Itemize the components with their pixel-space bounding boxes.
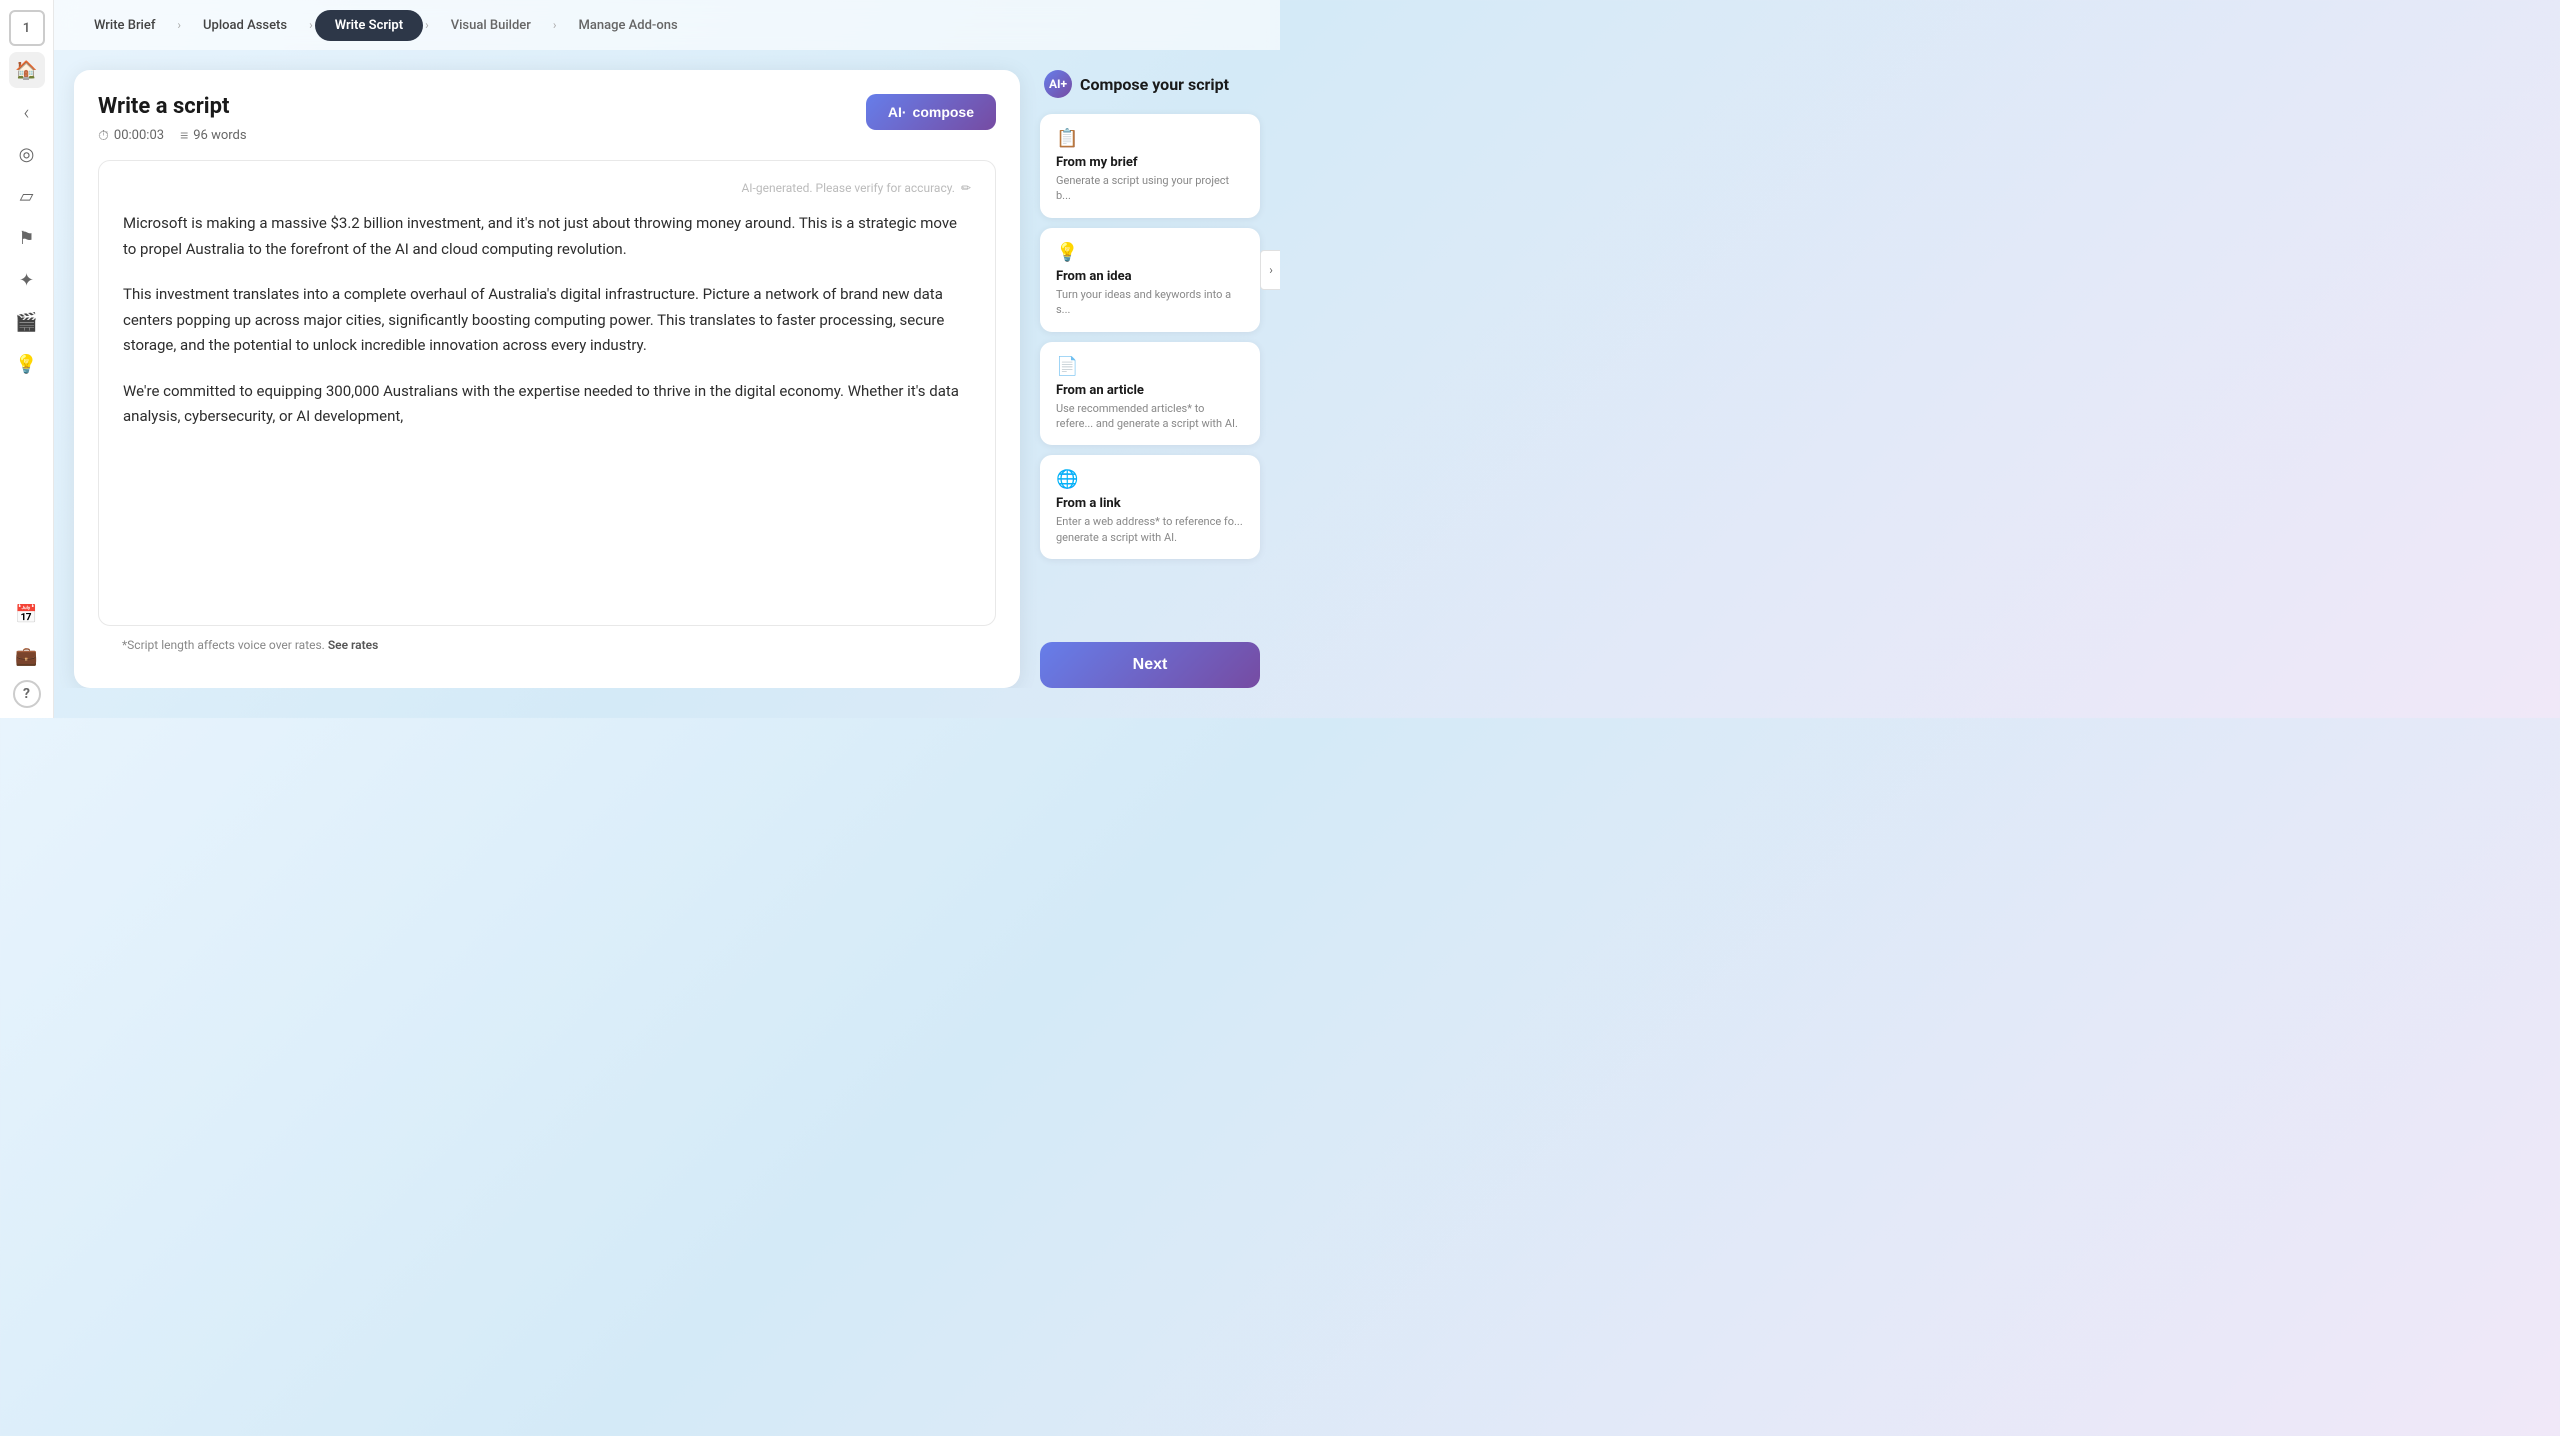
- nav-arrow-4: ›: [553, 18, 557, 32]
- from-article-option[interactable]: 📄 From an article Use recommended articl…: [1040, 342, 1260, 446]
- compose-header: AI+ Compose your script: [1040, 70, 1260, 98]
- help-icon[interactable]: ?: [13, 680, 41, 708]
- home-icon[interactable]: 🏠: [9, 52, 45, 88]
- magic-icon[interactable]: ✦: [9, 262, 45, 298]
- target-icon[interactable]: ◎: [9, 136, 45, 172]
- briefcase-icon[interactable]: 💼: [9, 638, 45, 674]
- ai-logo: AI+: [1044, 70, 1072, 98]
- nav-step-manage-addons[interactable]: Manage Add-ons: [558, 10, 697, 41]
- from-brief-title: From my brief: [1056, 155, 1244, 170]
- script-meta: ⏱ 00:00:03 ≡ 96 words: [98, 127, 247, 144]
- from-idea-desc: Turn your ideas and keywords into a s...: [1056, 287, 1244, 318]
- next-area: Next: [1040, 626, 1260, 688]
- nav-step-write-brief[interactable]: Write Brief: [74, 10, 175, 41]
- from-article-title: From an article: [1056, 383, 1244, 398]
- script-title-area: Write a script ⏱ 00:00:03 ≡ 96 words: [98, 94, 247, 144]
- nav-step-write-script[interactable]: Write Script: [315, 10, 423, 41]
- from-link-title: From a link: [1056, 496, 1244, 511]
- script-title: Write a script: [98, 94, 247, 119]
- script-header: Write a script ⏱ 00:00:03 ≡ 96 words AI·: [98, 94, 996, 144]
- flag-icon[interactable]: ⚑: [9, 220, 45, 256]
- script-text: Microsoft is making a massive $3.2 billi…: [123, 211, 971, 430]
- script-paragraph-1: Microsoft is making a massive $3.2 billi…: [123, 211, 971, 262]
- lines-icon: ≡: [180, 127, 188, 144]
- footer-note: *Script length affects voice over rates.…: [98, 626, 996, 664]
- script-wordcount: ≡ 96 words: [180, 127, 247, 144]
- main-area: Write Brief › Upload Assets › Write Scri…: [54, 0, 1280, 718]
- lightbulb-icon[interactable]: 💡: [9, 346, 45, 382]
- calendar-icon[interactable]: 📅: [9, 596, 45, 632]
- nav-arrow-1: ›: [177, 18, 181, 32]
- nav-step-upload-assets[interactable]: Upload Assets: [183, 10, 307, 41]
- compose-script-title: Compose your script: [1080, 75, 1229, 94]
- ai-label: AI·: [888, 104, 907, 120]
- see-rates-link[interactable]: See rates: [328, 638, 378, 652]
- script-paragraph-3: We're committed to equipping 300,000 Aus…: [123, 379, 971, 430]
- link-icon: 🌐: [1056, 469, 1244, 490]
- collapse-button[interactable]: ›: [1260, 250, 1280, 290]
- clock-icon: ⏱: [98, 128, 109, 144]
- from-link-option[interactable]: 🌐 From a link Enter a web address* to re…: [1040, 455, 1260, 559]
- script-paragraph-2: This investment translates into a comple…: [123, 282, 971, 359]
- nav-arrow-2: ›: [309, 18, 313, 32]
- back-icon[interactable]: ‹: [9, 94, 45, 130]
- bottom-bar: [54, 688, 1280, 718]
- sidebar-num[interactable]: 1: [9, 10, 45, 46]
- from-brief-option[interactable]: 📋 From my brief Generate a script using …: [1040, 114, 1260, 218]
- from-brief-desc: Generate a script using your project b..…: [1056, 173, 1244, 204]
- article-icon: 📄: [1056, 356, 1244, 377]
- compose-options: 📋 From my brief Generate a script using …: [1040, 114, 1260, 559]
- top-nav: Write Brief › Upload Assets › Write Scri…: [54, 0, 1280, 50]
- idea-icon: 💡: [1056, 242, 1244, 263]
- brief-icon: 📋: [1056, 128, 1244, 149]
- sidebar: 1 🏠 ‹ ◎ ▱ ⚑ ✦ 🎬 💡 📅 💼 ?: [0, 0, 54, 718]
- frame-icon[interactable]: ▱: [9, 178, 45, 214]
- from-idea-title: From an idea: [1056, 269, 1244, 284]
- right-panel: › AI+ Compose your script 📋 From my brie…: [1040, 70, 1260, 688]
- nav-step-visual-builder[interactable]: Visual Builder: [431, 10, 551, 41]
- edit-icon[interactable]: ✏: [961, 181, 971, 195]
- camera-icon[interactable]: 🎬: [9, 304, 45, 340]
- next-button[interactable]: Next: [1040, 642, 1260, 688]
- script-content-area[interactable]: AI-generated. Please verify for accuracy…: [98, 160, 996, 626]
- from-article-desc: Use recommended articles* to refere... a…: [1056, 401, 1244, 432]
- compose-label: compose: [913, 104, 974, 120]
- content-wrapper: Write a script ⏱ 00:00:03 ≡ 96 words AI·: [54, 50, 1280, 688]
- from-idea-option[interactable]: 💡 From an idea Turn your ideas and keywo…: [1040, 228, 1260, 332]
- script-time: ⏱ 00:00:03: [98, 128, 164, 144]
- script-panel: Write a script ⏱ 00:00:03 ≡ 96 words AI·: [74, 70, 1020, 688]
- from-link-desc: Enter a web address* to reference fo... …: [1056, 514, 1244, 545]
- ai-notice: AI-generated. Please verify for accuracy…: [123, 181, 971, 195]
- ai-compose-button[interactable]: AI· compose: [866, 94, 996, 130]
- nav-arrow-3: ›: [425, 18, 429, 32]
